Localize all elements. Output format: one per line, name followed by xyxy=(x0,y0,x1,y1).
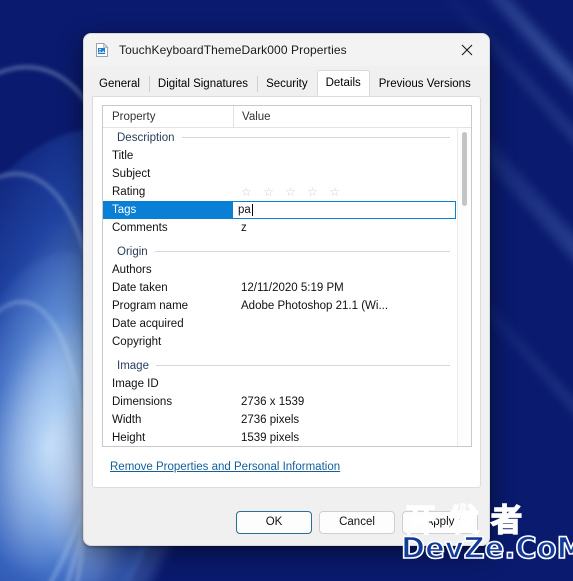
tags-input[interactable]: pa xyxy=(233,201,456,219)
property-name: Subject xyxy=(112,168,151,180)
remove-properties-link[interactable]: Remove Properties and Personal Informati… xyxy=(110,461,340,473)
table-row[interactable]: Copyright xyxy=(103,333,458,351)
section-label: Origin xyxy=(117,245,148,258)
property-name: Date acquired xyxy=(112,318,184,330)
close-icon[interactable] xyxy=(445,34,489,65)
window-title: TouchKeyboardThemeDark000 Properties xyxy=(119,43,347,57)
cancel-button[interactable]: Cancel xyxy=(319,510,395,534)
table-row[interactable]: Date acquired xyxy=(103,315,458,333)
tab-details[interactable]: Details xyxy=(316,70,370,96)
property-name: Rating xyxy=(112,186,146,198)
table-row[interactable]: Width 2736 pixels xyxy=(103,411,458,429)
table-row[interactable]: Title xyxy=(103,147,458,165)
table-row-tags[interactable]: Tags pa xyxy=(103,201,458,219)
dialog-button-bar: OK Cancel Apply xyxy=(84,510,489,534)
tab-strip: General Digital Signatures Security Deta… xyxy=(84,70,489,96)
vertical-scrollbar[interactable] xyxy=(457,128,471,446)
tags-input-value: pa xyxy=(238,204,251,216)
property-name: Comments xyxy=(112,222,168,234)
section-rule xyxy=(155,365,450,366)
property-name: Width xyxy=(112,414,142,426)
tab-previous-versions[interactable]: Previous Versions xyxy=(370,72,480,95)
property-value: 12/11/2020 5:19 PM xyxy=(241,282,344,294)
property-grid-body: Description Title Subject Rating ☆ ☆ ☆ ☆… xyxy=(103,128,458,446)
image-file-icon xyxy=(94,42,110,58)
property-name: Dimensions xyxy=(112,396,173,408)
property-value[interactable]: ☆ ☆ ☆ ☆ ☆ xyxy=(233,186,458,199)
property-grid: Property Value Description Title Subject xyxy=(102,105,472,447)
property-name: Program name xyxy=(112,300,189,312)
table-row[interactable]: Dimensions 2736 x 1539 xyxy=(103,393,458,411)
property-value: 1539 pixels xyxy=(241,432,300,444)
property-name: Title xyxy=(112,150,134,162)
details-tab-panel: Property Value Description Title Subject xyxy=(92,96,481,488)
table-row[interactable]: Comments z xyxy=(103,219,458,237)
property-value: 2736 x 1539 xyxy=(241,396,305,408)
section-header-description: Description xyxy=(103,128,458,147)
section-label: Image xyxy=(117,359,149,372)
table-row[interactable]: Height 1539 pixels xyxy=(103,429,458,446)
table-row[interactable]: Subject xyxy=(103,165,458,183)
section-label: Description xyxy=(117,131,175,144)
property-name: Height xyxy=(112,432,146,444)
ok-button[interactable]: OK xyxy=(236,510,312,534)
tab-general[interactable]: General xyxy=(90,72,149,95)
table-row[interactable]: Image ID xyxy=(103,375,458,393)
properties-dialog: TouchKeyboardThemeDark000 Properties Gen… xyxy=(83,33,490,546)
property-name: Tags xyxy=(103,201,233,219)
property-name: Copyright xyxy=(112,336,162,348)
table-row[interactable]: Date taken 12/11/2020 5:19 PM xyxy=(103,279,458,297)
property-grid-header: Property Value xyxy=(103,106,471,128)
apply-button[interactable]: Apply xyxy=(402,510,478,534)
section-rule xyxy=(154,251,450,252)
property-name: Date taken xyxy=(112,282,168,294)
text-cursor xyxy=(251,204,253,216)
section-rule xyxy=(181,137,450,138)
tab-security[interactable]: Security xyxy=(257,72,317,95)
table-row[interactable]: Program name Adobe Photoshop 21.1 (Wi... xyxy=(103,297,458,315)
property-value: z xyxy=(241,222,247,234)
section-header-image: Image xyxy=(103,356,458,375)
title-bar: TouchKeyboardThemeDark000 Properties xyxy=(84,34,489,66)
column-header-property: Property xyxy=(112,110,156,123)
tab-digital-signatures[interactable]: Digital Signatures xyxy=(148,72,257,95)
table-row[interactable]: Rating ☆ ☆ ☆ ☆ ☆ xyxy=(103,183,458,201)
property-value: 2736 pixels xyxy=(241,414,300,426)
column-header-value: Value xyxy=(233,106,471,127)
section-header-origin: Origin xyxy=(103,242,458,261)
property-name: Image ID xyxy=(112,378,159,390)
property-value: Adobe Photoshop 21.1 (Wi... xyxy=(241,300,389,312)
property-name: Authors xyxy=(112,264,152,276)
rating-stars[interactable]: ☆ ☆ ☆ ☆ ☆ xyxy=(241,186,344,199)
scrollbar-thumb[interactable] xyxy=(462,132,467,206)
table-row[interactable]: Authors xyxy=(103,261,458,279)
